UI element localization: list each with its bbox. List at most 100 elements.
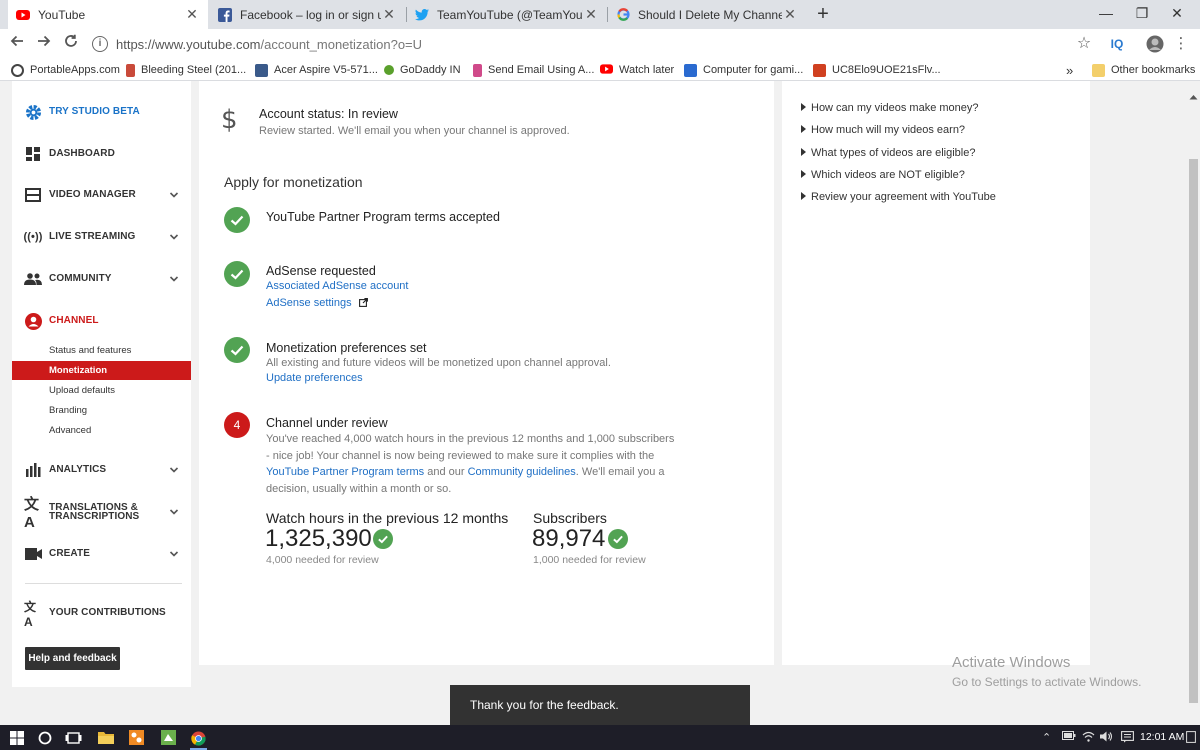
sidebar-item-create[interactable]: CREATE xyxy=(12,539,191,569)
sidebar-subitem-advanced[interactable]: Advanced xyxy=(12,421,191,440)
more-bookmarks-chevron-icon[interactable]: » xyxy=(1066,62,1073,78)
community-guidelines-link[interactable]: Community guidelines xyxy=(468,466,576,478)
acer-icon xyxy=(255,63,268,77)
search-circle-icon[interactable] xyxy=(36,729,53,746)
account-circle-icon xyxy=(24,312,42,330)
wifi-icon[interactable] xyxy=(1082,731,1095,745)
tray-chevron-up-icon[interactable]: ⌃ xyxy=(1042,731,1051,744)
forward-arrow-icon[interactable] xyxy=(33,33,55,55)
faq-item[interactable]: What types of videos are eligible? xyxy=(801,147,975,159)
close-tab-icon[interactable]: ✕ xyxy=(184,6,200,23)
bookmark-label: Bleeding Steel (201... xyxy=(141,64,247,76)
close-tab-icon[interactable]: ✕ xyxy=(381,6,397,23)
sidebar-item-your-contributions[interactable]: 文A YOUR CONTRIBUTIONS xyxy=(12,598,191,629)
site-info-icon[interactable]: i xyxy=(92,36,108,52)
chrome-taskbar-icon[interactable] xyxy=(190,729,207,750)
windows-start-icon[interactable] xyxy=(8,729,25,746)
youtube-icon xyxy=(16,8,30,22)
bookmark-item[interactable]: UC8Elo9UOE21sFlv... xyxy=(813,62,941,78)
checkmark-circle-icon xyxy=(224,337,250,363)
taskbar-clock[interactable]: 12:01 AM xyxy=(1140,731,1184,743)
sidebar-item-analytics[interactable]: ANALYTICS xyxy=(12,455,191,485)
close-window-button[interactable]: ✕ xyxy=(1154,0,1200,29)
bookmark-label: Other bookmarks xyxy=(1111,64,1196,76)
sidebar-subitem-status-and-features[interactable]: Status and features xyxy=(12,341,191,360)
tab-title: Facebook – log in or sign up xyxy=(240,7,381,22)
bookmark-item[interactable]: Computer for gami... xyxy=(684,62,803,78)
bookmark-item[interactable]: Watch later xyxy=(600,62,674,78)
bookmark-item[interactable]: Acer Aspire V5-571... xyxy=(255,62,378,78)
tab-facebook[interactable]: Facebook – log in or sign up ✕ xyxy=(210,0,405,29)
scroll-up-arrow-icon[interactable] xyxy=(1189,89,1198,100)
task-view-icon[interactable] xyxy=(65,729,82,746)
sidebar-item-translations[interactable]: 文A TRANSLATIONS & TRANSCRIPTIONS xyxy=(12,496,191,531)
send-email-icon xyxy=(473,63,482,77)
faq-item[interactable]: Which videos are NOT eligible? xyxy=(801,169,965,181)
bookmark-label: Computer for gami... xyxy=(703,64,804,76)
bar-chart-icon xyxy=(24,461,42,479)
computer-for-gaming-icon xyxy=(684,63,697,77)
sidebar-item-community[interactable]: COMMUNITY xyxy=(12,264,191,294)
faq-item-label: What types of videos are eligible? xyxy=(811,147,976,159)
adsense-settings-row: AdSense settings xyxy=(266,297,368,310)
account-status-subtitle: Review started. We'll email you when you… xyxy=(259,125,570,137)
file-explorer-icon[interactable] xyxy=(97,729,114,746)
action-center-icon[interactable] xyxy=(1186,731,1196,743)
scrollbar-thumb[interactable] xyxy=(1189,159,1198,703)
battery-icon[interactable] xyxy=(1062,731,1076,743)
profile-avatar[interactable] xyxy=(1145,33,1165,55)
sticky-app-icon[interactable] xyxy=(160,729,177,746)
dashboard-icon xyxy=(24,145,42,163)
external-link-icon xyxy=(358,298,368,310)
sidebar-item-channel[interactable]: CHANNEL xyxy=(12,306,191,336)
close-tab-icon[interactable]: ✕ xyxy=(782,6,798,23)
apply-section-title: Apply for monetization xyxy=(224,174,363,190)
tab-google-search[interactable]: Should I Delete My Channel. Sho ✕ xyxy=(608,0,806,29)
paint-app-icon[interactable] xyxy=(128,729,145,746)
faq-item[interactable]: How much will my videos earn? xyxy=(801,124,965,136)
back-arrow-icon[interactable] xyxy=(6,33,28,55)
tab-youtube[interactable]: YouTube ✕ xyxy=(8,0,208,29)
sidebar-subitem-monetization[interactable]: Monetization xyxy=(12,361,191,380)
bookmark-item[interactable]: Bleeding Steel (201... xyxy=(126,62,246,78)
extension-iq-icon[interactable]: IQ xyxy=(1107,33,1127,55)
step-2-title: AdSense requested xyxy=(266,264,376,278)
sidebar-item-label: DASHBOARD xyxy=(49,148,115,159)
bookmark-item[interactable]: Send Email Using A... xyxy=(473,62,594,78)
sidebar-item-video-manager[interactable]: VIDEO MANAGER xyxy=(12,180,191,210)
step-4-description: You've reached 4,000 watch hours in the … xyxy=(266,431,676,498)
sidebar-item-live-streaming[interactable]: ((•)) LIVE STREAMING xyxy=(12,222,191,252)
reload-icon[interactable] xyxy=(60,33,82,55)
bookmark-star-icon[interactable]: ☆ xyxy=(1074,33,1094,55)
faq-item[interactable]: How can my videos make money? xyxy=(801,102,979,114)
sidebar-subitem-branding[interactable]: Branding xyxy=(12,401,191,420)
associated-adsense-link[interactable]: Associated AdSense account xyxy=(266,280,408,292)
bleeding-steel-icon xyxy=(126,63,135,77)
volume-icon[interactable] xyxy=(1100,731,1113,745)
watch-hours-label: Watch hours in the previous 12 months xyxy=(266,510,509,526)
sidebar-item-dashboard[interactable]: DASHBOARD xyxy=(12,139,191,169)
bookmark-label: Send Email Using A... xyxy=(488,64,595,76)
address-bar[interactable]: i https://www.youtube.com/account_moneti… xyxy=(92,33,1092,55)
update-preferences-link[interactable]: Update preferences xyxy=(266,372,363,384)
sidebar-subitem-upload-defaults[interactable]: Upload defaults xyxy=(12,381,191,400)
faq-item-label: Review your agreement with YouTube xyxy=(811,191,996,203)
bookmark-item[interactable]: PortableApps.com xyxy=(11,62,120,78)
sidebar-item-studio-beta[interactable]: TRY STUDIO BETA xyxy=(12,97,191,127)
browser-toolbar: i https://www.youtube.com/account_moneti… xyxy=(0,29,1200,59)
triangle-right-icon xyxy=(801,125,806,133)
faq-item[interactable]: Review your agreement with YouTube xyxy=(801,191,996,203)
adsense-settings-link[interactable]: AdSense settings xyxy=(266,297,352,309)
step-1-title: YouTube Partner Program terms accepted xyxy=(266,210,500,224)
help-and-feedback-button[interactable]: Help and feedback xyxy=(25,647,120,670)
step-4-text-part: You've reached 4,000 watch hours in the … xyxy=(266,433,675,462)
bookmark-item[interactable]: GoDaddy IN xyxy=(384,62,461,78)
new-tab-button[interactable]: + xyxy=(812,3,834,25)
browser-menu-icon[interactable]: ⋮ xyxy=(1173,33,1189,55)
url-host: https://www.youtube.com xyxy=(116,36,261,52)
other-bookmarks-folder[interactable]: Other bookmarks xyxy=(1092,62,1195,78)
tab-twitter[interactable]: TeamYouTube (@TeamYouTube) | ✕ xyxy=(407,0,607,29)
close-tab-icon[interactable]: ✕ xyxy=(583,6,599,23)
ypp-terms-link[interactable]: YouTube Partner Program terms xyxy=(266,466,424,478)
notification-icon[interactable] xyxy=(1121,731,1134,746)
